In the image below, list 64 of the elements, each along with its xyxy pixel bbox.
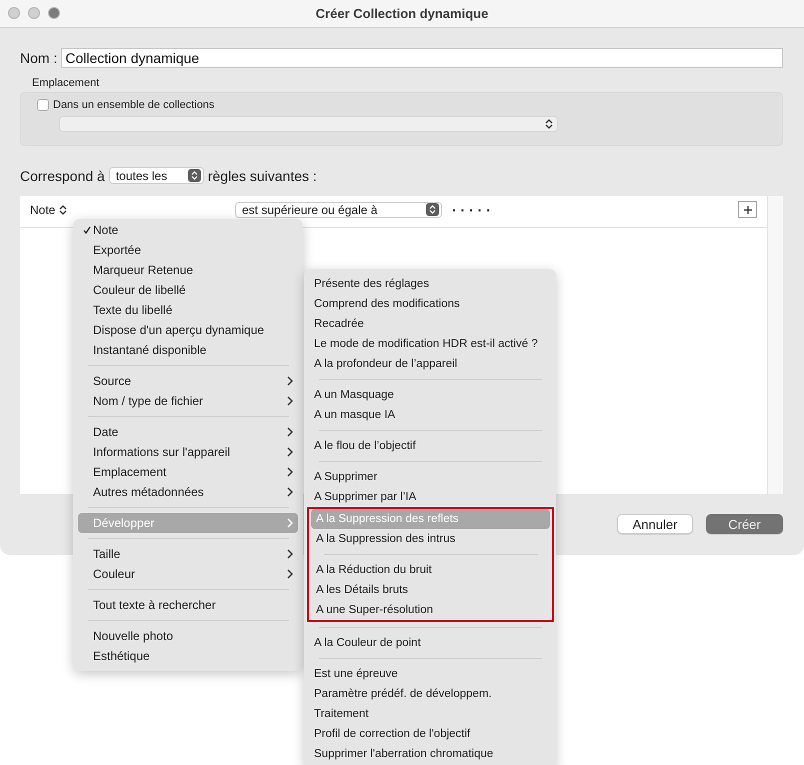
- add-button[interactable]: [738, 201, 757, 218]
- menu-item[interactable]: Dispose d'un aperçu dynamique: [78, 320, 298, 340]
- rating-dots[interactable]: · · · · ·: [452, 202, 491, 218]
- match-label: règles suivantes :: [208, 168, 317, 184]
- menu-item[interactable]: Le mode de modification HDR est-il activé ?: [309, 334, 551, 354]
- menu-item[interactable]: Couleur: [78, 564, 298, 584]
- stepper-icon: [59, 204, 68, 214]
- menu-item[interactable]: A un masque IA: [309, 405, 551, 425]
- menu-item[interactable]: Supprimer l'aberration chromatique: [309, 744, 551, 764]
- menu-item[interactable]: A la Couleur de point: [309, 633, 551, 653]
- match-select[interactable]: toutes les: [108, 167, 204, 184]
- menu-item[interactable]: Note: [78, 220, 298, 240]
- menu-item[interactable]: Source: [78, 371, 298, 391]
- section-label: Emplacement: [32, 77, 100, 89]
- menu-item[interactable]: A la Réduction du bruit: [311, 560, 550, 580]
- cancel-button[interactable]: Annuler: [617, 514, 693, 534]
- menu-item[interactable]: Paramètre prédéf. de développem.: [309, 684, 551, 704]
- minimize-button[interactable]: [28, 7, 40, 19]
- field-label: Nom :: [20, 50, 58, 66]
- check-icon: [83, 226, 91, 234]
- checkbox-label: Dans un ensemble de collections: [53, 99, 214, 111]
- create-button[interactable]: Créer: [706, 514, 783, 534]
- menu-item[interactable]: Esthétique: [78, 646, 298, 666]
- menu-item[interactable]: A une Super-résolution: [311, 600, 550, 620]
- menu-item[interactable]: A Supprimer par l’IA: [309, 487, 551, 507]
- menu-item[interactable]: Date: [78, 422, 298, 442]
- menu-item[interactable]: Comprend des modifications: [309, 294, 551, 314]
- menu-item[interactable]: Taille: [78, 544, 298, 564]
- menu-item[interactable]: A la profondeur de l’appareil: [309, 354, 551, 374]
- checkbox[interactable]: [37, 99, 49, 111]
- menu-item[interactable]: Tout texte à rechercher: [78, 595, 298, 615]
- menu-item[interactable]: A le flou de l’objectif: [309, 436, 551, 456]
- menu-item[interactable]: Recadrée: [309, 314, 551, 334]
- menu-item[interactable]: Est une épreuve: [309, 664, 551, 684]
- menu-item[interactable]: A les Détails bruts: [311, 580, 550, 600]
- window-title: Créer Collection dynamique: [316, 6, 488, 21]
- close-button[interactable]: [8, 7, 20, 19]
- menu-item[interactable]: A la Suppression des intrus: [311, 529, 550, 549]
- menu-item[interactable]: Texte du libellé: [78, 300, 298, 320]
- zoom-button[interactable]: [48, 7, 60, 19]
- menu-item[interactable]: Traitement: [309, 704, 551, 724]
- menu-item[interactable]: Emplacement: [78, 462, 298, 482]
- menu-item[interactable]: Instantané disponible: [78, 340, 298, 360]
- operator-select[interactable]: est supérieure ou égale à: [235, 202, 442, 218]
- menu-item[interactable]: A Supprimer: [309, 467, 551, 487]
- menu-item[interactable]: Exportée: [78, 240, 298, 260]
- menu-item[interactable]: Nom / type de fichier: [78, 391, 298, 411]
- name-field[interactable]: Collection dynamique: [61, 48, 783, 68]
- menu-item[interactable]: A un Masquage: [309, 385, 551, 405]
- stepper-icon: [545, 119, 553, 129]
- stepper-icon: [188, 169, 201, 182]
- field-select[interactable]: Note: [30, 202, 235, 216]
- menu-item[interactable]: Nouvelle photo: [78, 626, 298, 646]
- chevron-icon: [287, 518, 293, 528]
- stepper-icon: [426, 203, 439, 216]
- menu-item[interactable]: Autres métadonnées: [78, 482, 298, 502]
- plus-icon: [744, 206, 752, 214]
- menu-item[interactable]: Marqueur Retenue: [78, 260, 298, 280]
- menu-item[interactable]: Couleur de libellé: [78, 280, 298, 300]
- menu-item[interactable]: Profil de correction de l'objectif: [309, 724, 551, 744]
- match-label: Correspond à: [20, 168, 105, 184]
- collection-set-select[interactable]: [59, 116, 558, 132]
- menu-item[interactable]: Présente des réglages: [309, 274, 551, 294]
- menu-item[interactable]: Informations sur l'appareil: [78, 442, 298, 462]
